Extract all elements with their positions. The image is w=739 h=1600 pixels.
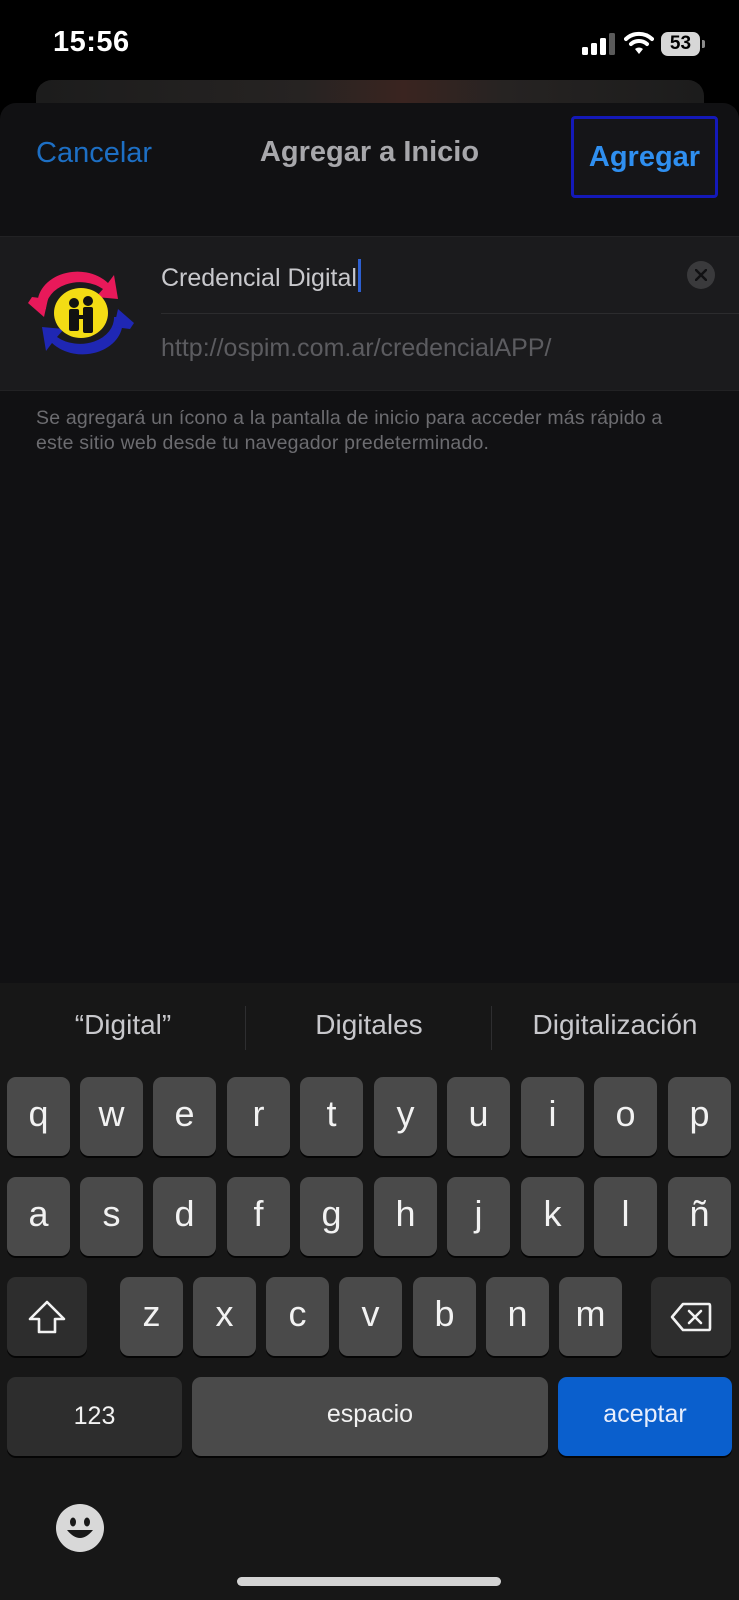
clear-text-button[interactable] <box>687 261 715 289</box>
key-i[interactable]: i <box>521 1077 584 1156</box>
key-f[interactable]: f <box>227 1177 290 1256</box>
key-y[interactable]: y <box>374 1077 437 1156</box>
delete-icon <box>670 1302 712 1331</box>
text-caret <box>357 259 361 292</box>
key-t[interactable]: t <box>300 1077 363 1156</box>
emoji-button[interactable] <box>56 1504 104 1552</box>
name-input-value: Credencial Digital <box>161 264 357 292</box>
status-time: 15:56 <box>53 26 130 58</box>
battery-icon: 53 <box>661 32 705 56</box>
suggestion-2[interactable]: Digitales <box>246 1009 492 1041</box>
suggestion-3[interactable]: Digitalización <box>492 1009 738 1041</box>
url-label: http://ospim.com.ar/credencialAPP/ <box>161 334 552 362</box>
key-d[interactable]: d <box>153 1177 216 1256</box>
key-k[interactable]: k <box>521 1177 584 1256</box>
key-p[interactable]: p <box>668 1077 731 1156</box>
key-a[interactable]: a <box>7 1177 70 1256</box>
home-indicator[interactable] <box>237 1577 501 1586</box>
add-button[interactable]: Agregar <box>571 116 718 198</box>
app-logo-icon <box>28 271 134 355</box>
battery-level: 53 <box>669 33 692 54</box>
key-z[interactable]: z <box>120 1277 183 1356</box>
emoji-icon <box>57 1505 103 1551</box>
key-h[interactable]: h <box>374 1177 437 1256</box>
bookmark-form: Credencial Digital http://ospim.com.ar/c… <box>0 236 739 391</box>
cellular-signal-icon <box>582 33 615 55</box>
key-b[interactable]: b <box>413 1277 476 1356</box>
key-q[interactable]: q <box>7 1077 70 1156</box>
status-bar: 15:56 53 <box>0 0 739 90</box>
name-field-row: Credencial Digital <box>161 237 739 314</box>
key-n-tilde[interactable]: ñ <box>668 1177 731 1256</box>
key-o[interactable]: o <box>594 1077 657 1156</box>
delete-key[interactable] <box>651 1277 731 1356</box>
shift-icon <box>28 1300 66 1333</box>
key-w[interactable]: w <box>80 1077 143 1156</box>
name-input[interactable]: Credencial Digital <box>161 259 361 293</box>
numbers-key[interactable]: 123 <box>7 1377 182 1456</box>
key-x[interactable]: x <box>193 1277 256 1356</box>
space-key[interactable]: espacio <box>192 1377 548 1456</box>
clear-icon <box>695 269 707 281</box>
wifi-icon <box>624 31 654 54</box>
key-u[interactable]: u <box>447 1077 510 1156</box>
key-r[interactable]: r <box>227 1077 290 1156</box>
key-v[interactable]: v <box>339 1277 402 1356</box>
suggestion-1[interactable]: “Digital” <box>0 1009 246 1041</box>
key-l[interactable]: l <box>594 1177 657 1256</box>
key-n[interactable]: n <box>486 1277 549 1356</box>
accept-key[interactable]: aceptar <box>558 1377 732 1456</box>
key-g[interactable]: g <box>300 1177 363 1256</box>
key-m[interactable]: m <box>559 1277 622 1356</box>
key-e[interactable]: e <box>153 1077 216 1156</box>
info-description: Se agregará un ícono a la pantalla de in… <box>36 407 663 454</box>
key-c[interactable]: c <box>266 1277 329 1356</box>
key-s[interactable]: s <box>80 1177 143 1256</box>
shift-key[interactable] <box>7 1277 87 1356</box>
key-j[interactable]: j <box>447 1177 510 1256</box>
keyboard: “Digital” Digitales Digitalización q w e… <box>0 983 739 1600</box>
